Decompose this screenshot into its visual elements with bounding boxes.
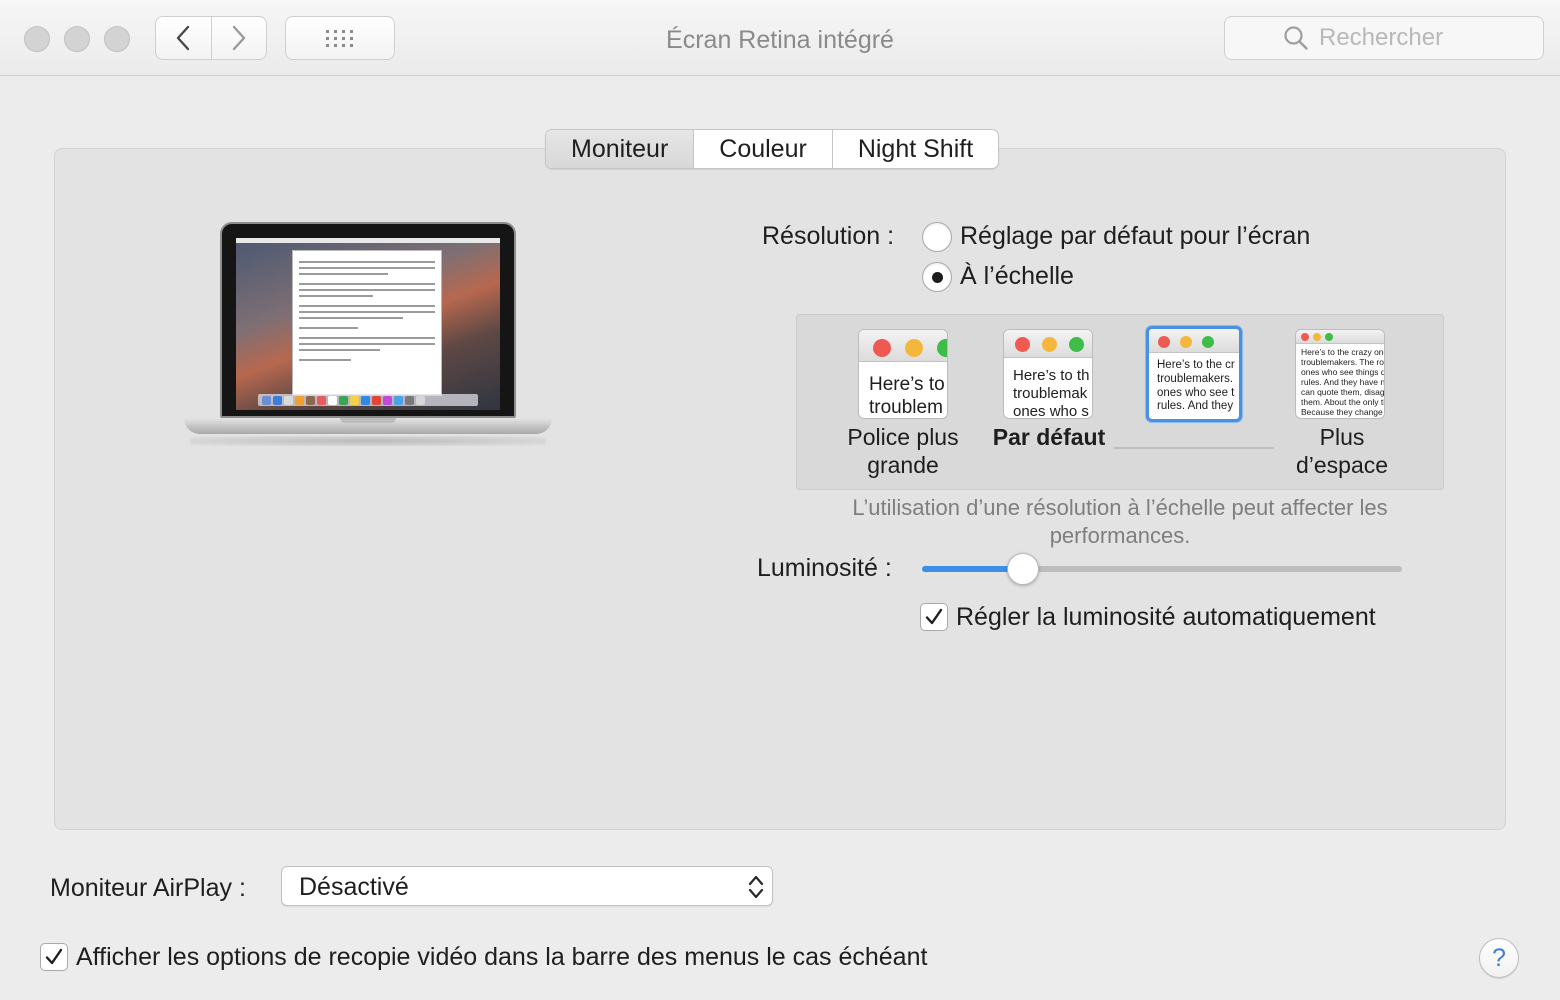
dock-thumbnail bbox=[258, 394, 478, 406]
auto-brightness-checkbox[interactable] bbox=[920, 603, 948, 631]
scale-option-larger-text-label[interactable]: Police plus grande bbox=[833, 423, 973, 479]
search-icon bbox=[1284, 26, 1308, 50]
resolution-default-label[interactable]: Réglage par défaut pour l’écran bbox=[960, 222, 1310, 251]
tab-bar: Moniteur Couleur Night Shift bbox=[545, 129, 1000, 169]
display-illustration bbox=[180, 222, 555, 452]
mirroring-options-checkbox[interactable] bbox=[40, 943, 68, 971]
resolution-scaled-label[interactable]: À l’échelle bbox=[960, 262, 1074, 291]
airplay-popup-button[interactable]: Désactivé bbox=[281, 866, 773, 906]
airplay-popup-value: Désactivé bbox=[299, 873, 409, 901]
search-placeholder: Rechercher bbox=[1319, 24, 1444, 51]
up-down-chevron-icon bbox=[748, 875, 764, 899]
scale-option-more-space[interactable]: Here’s to the crazy one troublemakers. T… bbox=[1295, 329, 1385, 419]
airplay-label: Moniteur AirPlay : bbox=[50, 874, 246, 902]
scale-option-divider bbox=[1114, 447, 1274, 449]
scale-option-selected[interactable]: Here’s to the cr troublemakers. ones who… bbox=[1146, 326, 1242, 422]
laptop-lid bbox=[220, 222, 516, 418]
search-field[interactable]: Rechercher bbox=[1224, 16, 1544, 60]
auto-brightness-label[interactable]: Régler la luminosité automatiquement bbox=[956, 603, 1376, 632]
resolution-label: Résolution : bbox=[762, 222, 895, 250]
tab-moniteur[interactable]: Moniteur bbox=[546, 130, 694, 168]
scale-option-larger-text[interactable]: Here’s to troublem bbox=[858, 329, 948, 419]
scaling-performance-note: L’utilisation d’une résolution à l’échel… bbox=[852, 495, 1388, 548]
scale-option-default[interactable]: Here’s to th troublemak ones who s bbox=[1003, 329, 1093, 419]
mirroring-options-label[interactable]: Afficher les options de recopie vidéo da… bbox=[76, 943, 927, 972]
resolution-scaled-radio[interactable] bbox=[922, 262, 952, 292]
document-window-thumbnail bbox=[292, 250, 442, 396]
scale-option-more-space-label[interactable]: Plus d’espace bbox=[1280, 423, 1404, 479]
checkmark-icon bbox=[925, 608, 943, 625]
help-button[interactable]: ? bbox=[1479, 938, 1519, 978]
tab-couleur[interactable]: Couleur bbox=[693, 130, 832, 168]
laptop-screen bbox=[236, 238, 500, 410]
checkmark-icon bbox=[45, 948, 63, 965]
title-bar: Écran Retina intégré Rechercher bbox=[0, 0, 1560, 76]
brightness-label: Luminosité : bbox=[757, 554, 892, 582]
tab-night-shift[interactable]: Night Shift bbox=[831, 130, 998, 168]
brightness-slider-track[interactable] bbox=[922, 566, 1402, 572]
brightness-slider-knob[interactable] bbox=[1006, 553, 1039, 585]
scale-option-default-label[interactable]: Par défaut bbox=[988, 423, 1110, 451]
resolution-default-radio[interactable] bbox=[922, 222, 952, 252]
